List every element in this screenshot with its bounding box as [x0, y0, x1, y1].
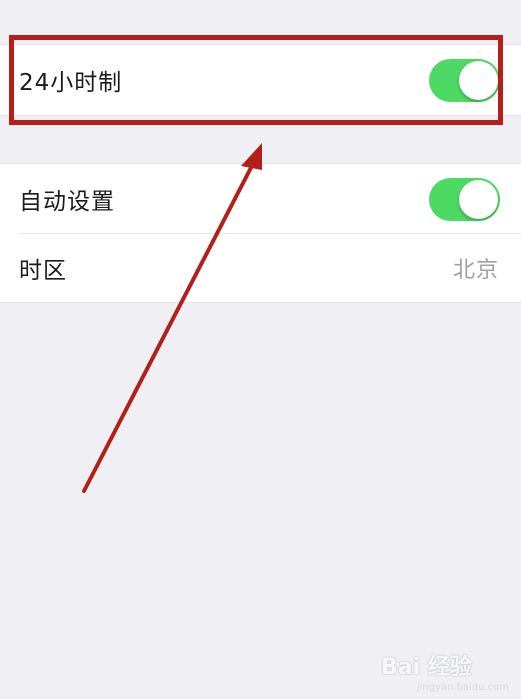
row-timezone-label: 时区 — [19, 258, 67, 284]
row-auto-set[interactable]: 自动设置 — [0, 164, 521, 234]
row-24-hour-label: 24小时制 — [19, 70, 123, 96]
toggle-knob — [459, 60, 498, 100]
watermark-text: Bai 经验 — [381, 655, 472, 680]
row-auto-set-label: 自动设置 — [19, 189, 115, 215]
settings-group-timezone: 自动设置 时区 北京 — [0, 163, 521, 303]
row-timezone-value: 北京 — [452, 258, 499, 283]
row-timezone[interactable]: 时区 北京 — [0, 234, 521, 302]
settings-group-time-format: 24小时制 — [0, 44, 521, 116]
toggle-knob — [459, 179, 498, 219]
baidu-jingyan-watermark: Bai 经验 jingyan.baidu.com — [381, 647, 511, 693]
toggle-auto-set[interactable] — [429, 177, 500, 221]
row-24-hour[interactable]: 24小时制 — [0, 45, 521, 115]
toggle-24-hour[interactable] — [429, 58, 500, 102]
watermark-subtext: jingyan.baidu.com — [416, 682, 509, 693]
